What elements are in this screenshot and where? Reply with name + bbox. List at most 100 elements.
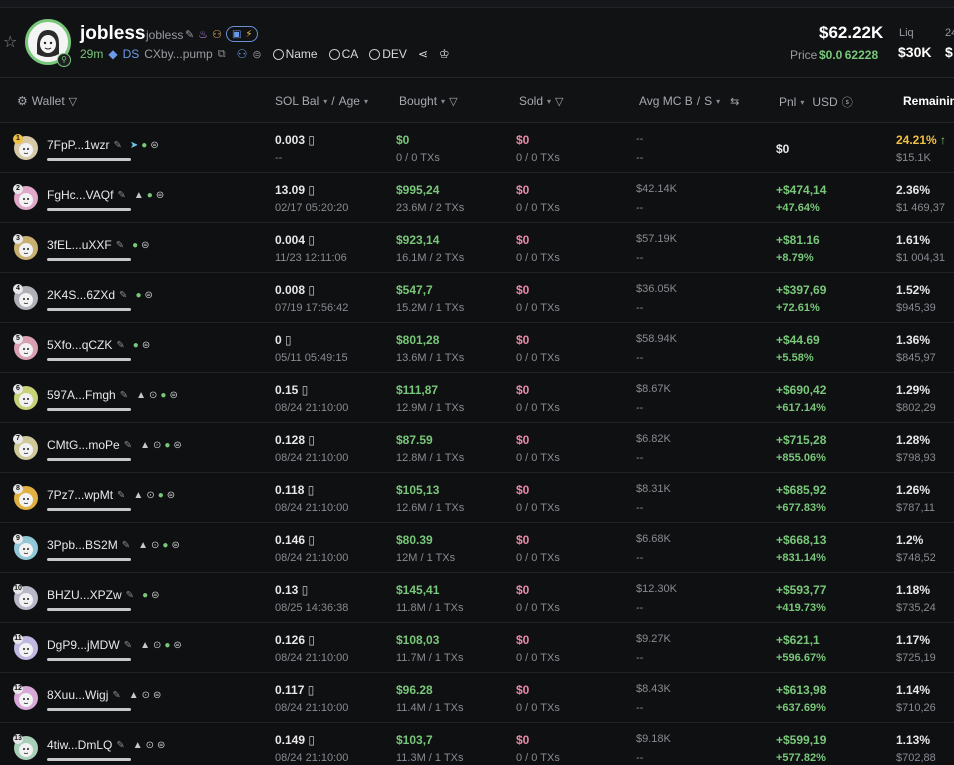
star-icon[interactable]: ☆: [3, 35, 19, 51]
col-bought[interactable]: Bought ▾ ▽: [399, 94, 458, 108]
bank-icon: ⊜: [153, 689, 162, 701]
wallet-address[interactable]: 597A...Fmgh: [47, 388, 116, 402]
wallet-address[interactable]: 7Pz7...wpMt: [47, 488, 113, 502]
sold-usd: $0: [516, 683, 530, 697]
table-row[interactable]: 8 7Pz7...wpMt ✎ ▲ ⊙ ● ⊜ 0.118 ▯ 08/24 21:10…: [0, 473, 954, 523]
pnl-usd: $0: [776, 142, 790, 156]
col-wallet[interactable]: ⚙ Wallet ▽: [17, 94, 77, 108]
remaining-usd: $735,24: [896, 602, 936, 614]
bank-icon: ⊜: [144, 289, 153, 301]
remaining-usd: $710,26: [896, 702, 936, 714]
pencil-icon[interactable]: ✎: [124, 440, 132, 451]
wallet-age: 08/24 21:10:00: [275, 702, 349, 714]
col-avg-mc[interactable]: Avg MC B / S ▾ ⇆: [639, 94, 739, 108]
filter-icon[interactable]: ▽: [69, 95, 77, 108]
rank-badge: 3: [13, 234, 23, 244]
wallet-address[interactable]: 2K4S...6ZXd: [47, 288, 115, 302]
remaining-value: 1.13%: [896, 733, 931, 747]
col-sold[interactable]: Sold ▾ ▽: [519, 94, 564, 108]
table-row[interactable]: 2 FgHc...VAQf ✎ ▲ ● ⊜ 13.09 ▯ 02/17 05:20:…: [0, 173, 954, 223]
table-row[interactable]: 1 7FpP...1wzr ✎ ➤ ● ⊜ 0.003 ▯ -- $0 0 / 0 …: [0, 123, 954, 173]
boost-pill[interactable]: ▣ ⚡: [225, 26, 259, 42]
wallet-address[interactable]: 4tiw...DmLQ: [47, 738, 112, 752]
pencil-icon[interactable]: ✎: [117, 490, 125, 501]
rank-badge: 7: [13, 434, 23, 444]
wallet-address[interactable]: 5Xfo...qCZK: [47, 338, 112, 352]
wallet-cell: 3Ppb...BS2M ✎ ▲ ⊙ ● ⊜: [47, 538, 180, 552]
wallet-cell: DgP9...jMDW ✎ ▲ ⊙ ● ⊜: [47, 638, 182, 652]
search-dev-link[interactable]: DEV: [369, 47, 407, 61]
share-icon[interactable]: ⋖: [418, 47, 428, 61]
gear-icon[interactable]: ⚙: [17, 94, 28, 108]
search-name-link[interactable]: Name: [272, 47, 318, 61]
list-icon[interactable]: ⊜: [252, 48, 261, 61]
copy-icon[interactable]: ⧉: [218, 48, 226, 61]
search-icon: [369, 48, 381, 60]
holders-icon: ⚇: [236, 47, 248, 61]
table-header: ⚙ Wallet ▽ SOL Bal ▾ / Age ▾ Bought ▾ ▽ Sol…: [0, 79, 954, 123]
currency-icon[interactable]: ⓢ: [842, 94, 853, 110]
wallet-address[interactable]: FgHc...VAQf: [47, 188, 113, 202]
pencil-icon[interactable]: ✎: [124, 640, 132, 651]
sol-icon: ▯: [308, 533, 315, 547]
crown-icon[interactable]: ♔: [439, 47, 450, 61]
wallet-address[interactable]: 3fEL...uXXF: [47, 238, 112, 252]
pencil-icon[interactable]: ✎: [119, 290, 127, 301]
wallet-address[interactable]: 3Ppb...BS2M: [47, 538, 118, 552]
avg-mc-buy: $9.27K: [636, 633, 671, 645]
table-row[interactable]: 10 BHZU...XPZw ✎ ● ⊜ 0.13 ▯ 08/25 14:36:3…: [0, 573, 954, 623]
pnl-percent: +72.61%: [776, 302, 820, 314]
sold-txs: 0 / 0 TXs: [516, 252, 560, 264]
col-sol-bal[interactable]: SOL Bal ▾ / Age ▾: [275, 94, 368, 108]
table-row[interactable]: 6 597A...Fmgh ✎ ▲ ⊙ ● ⊜ 0.15 ▯ 08/24 21:10:…: [0, 373, 954, 423]
person-icon: ●: [146, 189, 153, 201]
swap-icon[interactable]: ⇆: [730, 95, 739, 108]
wallet-address[interactable]: 8Xuu...Wigj: [47, 688, 108, 702]
filter-icon[interactable]: ▽: [449, 95, 457, 108]
remaining-value: 1.36%: [896, 333, 931, 347]
remaining-usd: $748,52: [896, 552, 936, 564]
avg-mc-buy: --: [636, 133, 644, 145]
pencil-icon[interactable]: ✎: [120, 390, 128, 401]
filter-icon[interactable]: ▽: [555, 95, 563, 108]
pencil-icon[interactable]: ✎: [113, 140, 121, 151]
pencil-icon[interactable]: ✎: [185, 28, 194, 41]
col-usd-label[interactable]: USD: [812, 95, 837, 109]
table-row[interactable]: 4 2K4S...6ZXd ✎ ● ⊜ 0.008 ▯ 07/19 17:56:4…: [0, 273, 954, 323]
bought-txs: 13.6M / 1 TXs: [396, 352, 465, 364]
bank-icon: ⊜: [155, 189, 165, 201]
avg-mc-sell: --: [636, 202, 644, 214]
table-row[interactable]: 5 5Xfo...qCZK ✎ ● ⊜ 0 ▯ 05/11 05:49:15 $8…: [0, 323, 954, 373]
col-pnl[interactable]: Pnl ▾ USD ⓢ: [779, 94, 853, 110]
rank-badge: 4: [13, 284, 23, 294]
col-remaining[interactable]: Remaining: [903, 94, 954, 108]
wallet-address[interactable]: DgP9...jMDW: [47, 638, 120, 652]
pencil-icon[interactable]: ✎: [117, 190, 125, 201]
wallet-address[interactable]: CMtG...moPe: [47, 438, 120, 452]
table-row[interactable]: 9 3Ppb...BS2M ✎ ▲ ⊙ ● ⊜ 0.146 ▯ 08/24 21:10…: [0, 523, 954, 573]
sold-txs: 0 / 0 TXs: [516, 502, 560, 514]
contract-address[interactable]: CXby...pump: [144, 47, 212, 61]
wallet-bar: [47, 308, 131, 311]
pencil-icon[interactable]: ✎: [122, 540, 130, 551]
pencil-icon[interactable]: ✎: [116, 240, 124, 251]
wallet-bar: [47, 358, 131, 361]
wallet-address[interactable]: 7FpP...1wzr: [47, 138, 109, 152]
pencil-icon[interactable]: ✎: [126, 590, 134, 601]
col-bought-label: Bought: [399, 94, 438, 108]
avg-mc-buy: $12.30K: [636, 583, 677, 595]
sold-usd: $0: [516, 233, 530, 247]
table-row[interactable]: 3 3fEL...uXXF ✎ ● ⊜ 0.004 ▯ 11/23 12:11:0…: [0, 223, 954, 273]
pencil-icon[interactable]: ✎: [112, 690, 120, 701]
search-ca-link[interactable]: CA: [328, 47, 358, 61]
sol-icon: ▯: [307, 683, 315, 697]
ds-link[interactable]: DS: [123, 47, 140, 61]
table-row[interactable]: 12 8Xuu...Wigj ✎ ▲ ⊙ ⊜ 0.117 ▯ 08/24 21:10…: [0, 673, 954, 723]
pencil-icon[interactable]: ✎: [116, 340, 124, 351]
table-row[interactable]: 7 CMtG...moPe ✎ ▲ ⊙ ● ⊜ 0.128 ▯ 08/24 21:10…: [0, 423, 954, 473]
sold-usd: $0: [516, 533, 530, 547]
table-row[interactable]: 11 DgP9...jMDW ✎ ▲ ⊙ ● ⊜ 0.126 ▯ 08/24 21:1…: [0, 623, 954, 673]
pencil-icon[interactable]: ✎: [116, 740, 124, 751]
table-row[interactable]: 13 4tiw...DmLQ ✎ ▲ ⊙ ⊜ 0.149 ▯ 08/24 21:10…: [0, 723, 954, 765]
wallet-address[interactable]: BHZU...XPZw: [47, 588, 122, 602]
